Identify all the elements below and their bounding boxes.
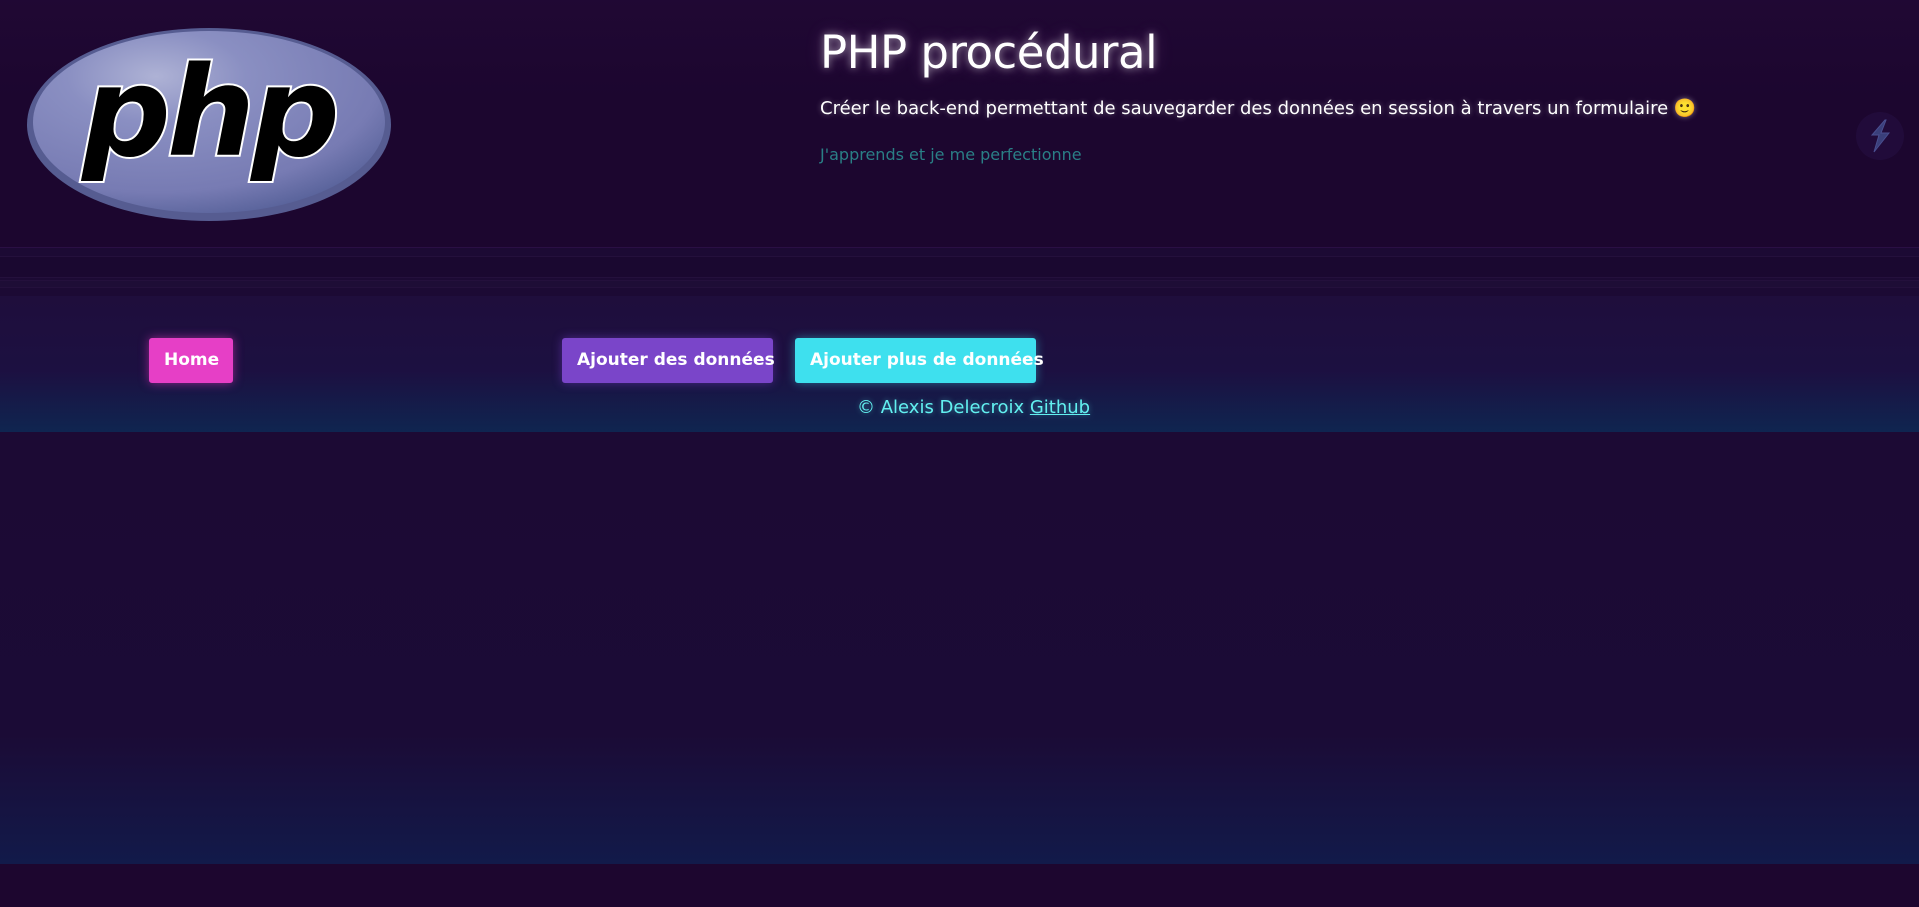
github-link[interactable]: Github [1030,397,1090,418]
footer-credit: © Alexis Delecroix Github [857,396,1090,420]
page-tagline: J'apprends et je me perfectionne [820,145,1082,164]
site-header: php PHP procédural Créer le back-end per… [0,0,1919,248]
page-bottom-strip [0,864,1919,907]
main-nav: Home Ajouter des données Ajouter plus de… [0,296,1919,432]
php-logo: php [26,27,392,222]
page: php PHP procédural Créer le back-end per… [0,0,1919,907]
main-content-area [0,432,1919,864]
add-data-button[interactable]: Ajouter des données [562,338,775,383]
php-logo-image: php [27,28,391,221]
lightning-bolt-icon [1870,119,1891,153]
home-button[interactable]: Home [149,338,233,383]
footer-credit-text: © Alexis Delecroix [857,397,1025,418]
add-more-data-button[interactable]: Ajouter plus de données [795,338,1044,383]
page-subtitle: Créer le back-end permettant de sauvegar… [820,98,1697,119]
header-separator [0,256,1919,278]
header-separator-thin [0,280,1919,288]
page-title: PHP procédural [820,26,1158,79]
header-text: PHP procédural Créer le back-end permett… [820,24,1820,166]
php-logo-text: php [80,41,336,185]
theme-toggle-button[interactable] [1856,112,1904,160]
